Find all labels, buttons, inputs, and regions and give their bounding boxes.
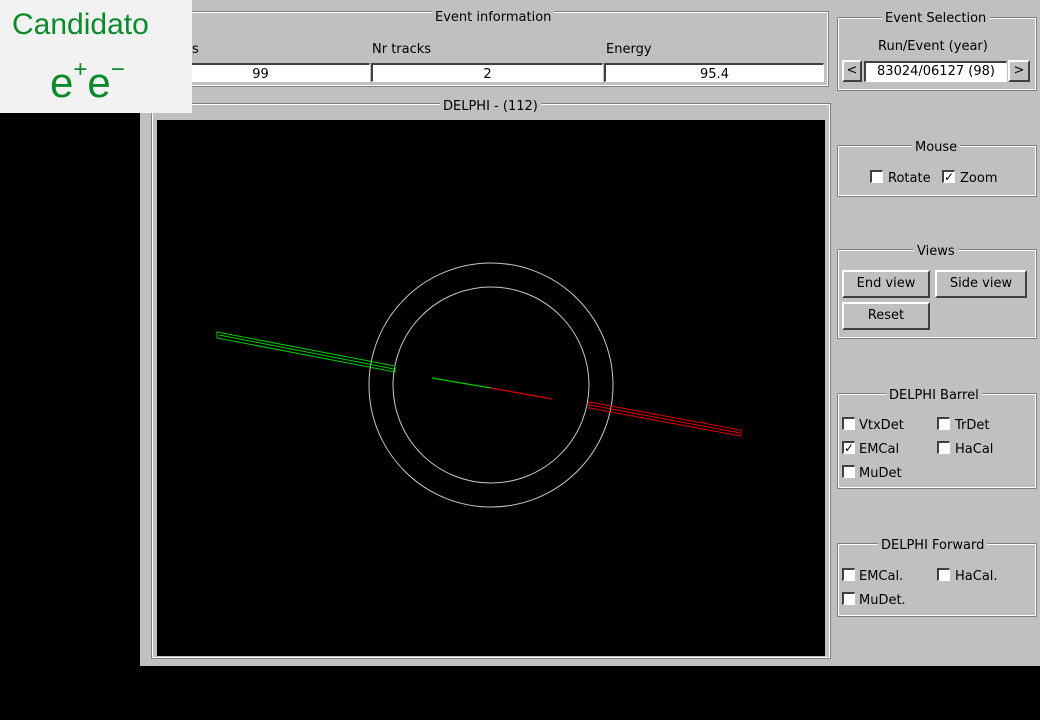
hacal-label: HaCal <box>955 442 994 457</box>
delphi-display-legend: DELPHI - (112) <box>440 100 541 114</box>
end-view-button[interactable]: End view <box>842 270 930 298</box>
event-display-canvas[interactable] <box>157 120 825 656</box>
rotate-checkbox[interactable] <box>870 170 883 183</box>
inner-detector-ring <box>392 286 590 484</box>
event-info-legend: Event information <box>432 11 555 25</box>
run-event-field[interactable]: 83024/06127 (98) <box>864 61 1007 82</box>
forward-mudet-checkbox[interactable] <box>842 592 855 605</box>
forward-emcal-label: EMCal. <box>859 569 904 584</box>
forward-mudet-label: MuDet. <box>859 593 906 608</box>
particle-1-charge: + <box>73 56 88 83</box>
emcal-deposit-red <box>588 401 742 437</box>
forward-emcal-checkbox[interactable] <box>842 568 855 581</box>
emcal-label: EMCal <box>859 442 900 457</box>
delphi-barrel-legend: DELPHI Barrel <box>886 389 982 403</box>
forward-hacal-checkbox[interactable] <box>937 568 950 581</box>
vtxdet-label: VtxDet <box>859 418 904 433</box>
particle-2: e <box>87 59 111 106</box>
badge-particles: e+e− <box>50 56 125 107</box>
particle-2-charge: − <box>110 56 125 83</box>
side-view-button[interactable]: Side view <box>935 270 1027 298</box>
nr-tracks-value: 2 <box>371 63 603 82</box>
trdet-label: TrDet <box>955 418 990 433</box>
trdet-checkbox[interactable] <box>937 417 950 430</box>
previous-event-button[interactable]: < <box>842 60 862 82</box>
nr-tracks-header: Nr tracks <box>372 42 432 57</box>
delphi-forward-legend: DELPHI Forward <box>878 539 988 553</box>
reset-button[interactable]: Reset <box>842 302 930 330</box>
event-display-svg <box>216 262 742 508</box>
run-event-label: Run/Event (year) <box>878 39 988 54</box>
emcal-checkbox[interactable]: ✓ <box>842 441 855 454</box>
zoom-checkbox[interactable]: ✓ <box>942 170 955 183</box>
forward-hacal-label: HaCal. <box>955 569 998 584</box>
energy-header: Energy <box>606 42 652 57</box>
views-legend: Views <box>914 245 958 259</box>
track-green-inner <box>431 377 492 389</box>
emcal-deposit-green <box>216 331 396 373</box>
mudet-label: MuDet <box>859 466 902 481</box>
outer-detector-ring <box>368 262 614 508</box>
hacal-checkbox[interactable] <box>937 441 950 454</box>
track-red-inner <box>490 387 553 400</box>
next-event-button[interactable]: > <box>1008 60 1030 82</box>
event-selection-legend: Event Selection <box>882 12 990 26</box>
vtxdet-checkbox[interactable] <box>842 417 855 430</box>
zoom-label: Zoom <box>960 171 998 186</box>
particle-1: e <box>50 59 74 106</box>
mudet-checkbox[interactable] <box>842 465 855 478</box>
rotate-label: Rotate <box>888 171 931 186</box>
mouse-legend: Mouse <box>912 141 961 155</box>
candidate-badge: Candidato e+e− <box>0 0 192 113</box>
badge-title: Candidato <box>12 8 149 41</box>
energy-value: 95.4 <box>604 63 824 82</box>
events-header: s <box>192 42 199 57</box>
